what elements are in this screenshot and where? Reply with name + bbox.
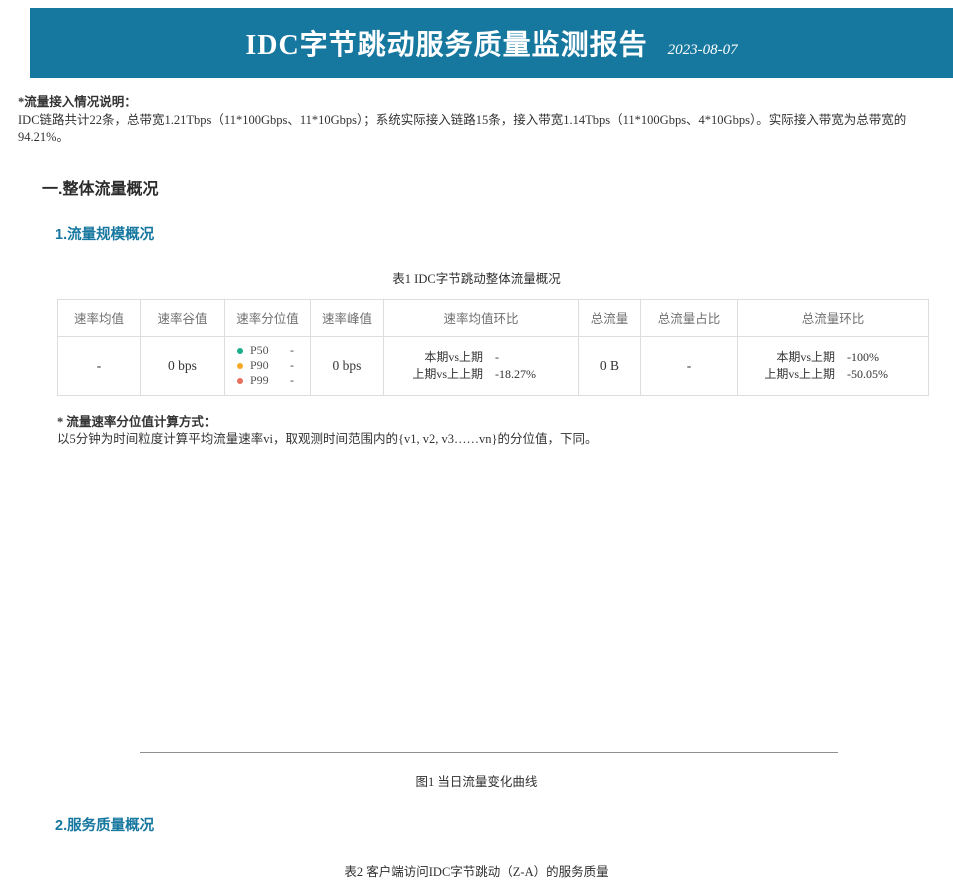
traffic-access-note-label: *流量接入情况说明：	[18, 94, 953, 112]
percentile-calculation-note: * 流量速率分位值计算方式： 以5分钟为时间粒度计算平均流量速率vi，取观测时间…	[57, 414, 953, 449]
total-ratio-value-1: -100%	[847, 349, 917, 366]
p99-value: -	[290, 373, 294, 388]
report-date: 2023-08-07	[668, 42, 738, 59]
overall-traffic-table: 速率均值 速率谷值 速率分位值 速率峰值 速率均值环比 总流量 总流量占比 总流…	[57, 299, 929, 396]
col-header-total-volume: 总流量	[579, 299, 641, 336]
p99-label: P99	[250, 373, 280, 388]
col-header-rate-valley: 速率谷值	[141, 299, 225, 336]
figure1-chart-area	[0, 449, 953, 752]
figure1-axis-line	[140, 752, 838, 753]
col-header-rate-avg-ratio: 速率均值环比	[384, 299, 579, 336]
col-header-rate-peak: 速率峰值	[311, 299, 384, 336]
percentile-p50-row: P50 -	[237, 343, 310, 358]
figure1-caption: 图1 当日流量变化曲线	[0, 771, 953, 790]
avg-ratio-label-1: 本期vs上期	[397, 349, 483, 366]
cell-rate-percentiles: P50 - P90 - P99 -	[225, 336, 311, 395]
avg-ratio-value-2: -18.27%	[495, 366, 565, 383]
total-ratio-line-2: 上期vs上上期 -50.05%	[739, 366, 927, 383]
p50-dot-icon	[237, 348, 243, 354]
avg-ratio-line-1: 本期vs上期 -	[385, 349, 577, 366]
col-header-total-share: 总流量占比	[641, 299, 738, 336]
cell-rate-peak: 0 bps	[311, 336, 384, 395]
p90-dot-icon	[237, 363, 243, 369]
percentile-note-label: * 流量速率分位值计算方式：	[57, 414, 953, 432]
table1-caption: 表1 IDC字节跳动整体流量概况	[0, 268, 953, 287]
report-title: IDC字节跳动服务质量监测报告	[245, 23, 647, 63]
cell-total-share: -	[641, 336, 738, 395]
subsection-heading-service-quality: 2.服务质量概况	[55, 814, 953, 835]
avg-ratio-label-2: 上期vs上上期	[397, 366, 483, 383]
subsection-heading-traffic-scale: 1.流量规模概况	[55, 223, 953, 244]
col-header-rate-percentile: 速率分位值	[225, 299, 311, 336]
col-header-total-ratio: 总流量环比	[738, 299, 929, 336]
total-ratio-line-1: 本期vs上期 -100%	[739, 349, 927, 366]
total-ratio-value-2: -50.05%	[847, 366, 917, 383]
traffic-access-note: *流量接入情况说明： IDC链路共计22条，总带宽1.21Tbps（11*100…	[18, 94, 953, 147]
p99-dot-icon	[237, 378, 243, 384]
table2-caption: 表2 客户端访问IDC字节跳动（Z-A）的服务质量	[0, 861, 953, 880]
percentile-note-text: 以5分钟为时间粒度计算平均流量速率vi，取观测时间范围内的{v1, v2, v3…	[57, 431, 953, 449]
cell-total-volume: 0 B	[579, 336, 641, 395]
cell-rate-avg-ratio: 本期vs上期 - 上期vs上上期 -18.27%	[384, 336, 579, 395]
avg-ratio-value-1: -	[495, 349, 565, 366]
table-row: - 0 bps P50 - P90 - P99 - 0	[58, 336, 929, 395]
col-header-rate-avg: 速率均值	[58, 299, 141, 336]
total-ratio-label-2: 上期vs上上期	[749, 366, 835, 383]
p90-label: P90	[250, 358, 280, 373]
cell-rate-valley: 0 bps	[141, 336, 225, 395]
avg-ratio-line-2: 上期vs上上期 -18.27%	[385, 366, 577, 383]
cell-rate-avg: -	[58, 336, 141, 395]
p90-value: -	[290, 358, 294, 373]
percentile-p90-row: P90 -	[237, 358, 310, 373]
section-heading-overall-traffic: 一.整体流量概况	[42, 175, 953, 199]
p50-value: -	[290, 343, 294, 358]
cell-total-ratio: 本期vs上期 -100% 上期vs上上期 -50.05%	[738, 336, 929, 395]
percentile-p99-row: P99 -	[237, 373, 310, 388]
total-ratio-label-1: 本期vs上期	[749, 349, 835, 366]
report-header-banner: IDC字节跳动服务质量监测报告 2023-08-07	[30, 8, 953, 78]
p50-label: P50	[250, 343, 280, 358]
traffic-access-note-text: IDC链路共计22条，总带宽1.21Tbps（11*100Gbps、11*10G…	[18, 112, 953, 147]
table-header-row: 速率均值 速率谷值 速率分位值 速率峰值 速率均值环比 总流量 总流量占比 总流…	[58, 299, 929, 336]
